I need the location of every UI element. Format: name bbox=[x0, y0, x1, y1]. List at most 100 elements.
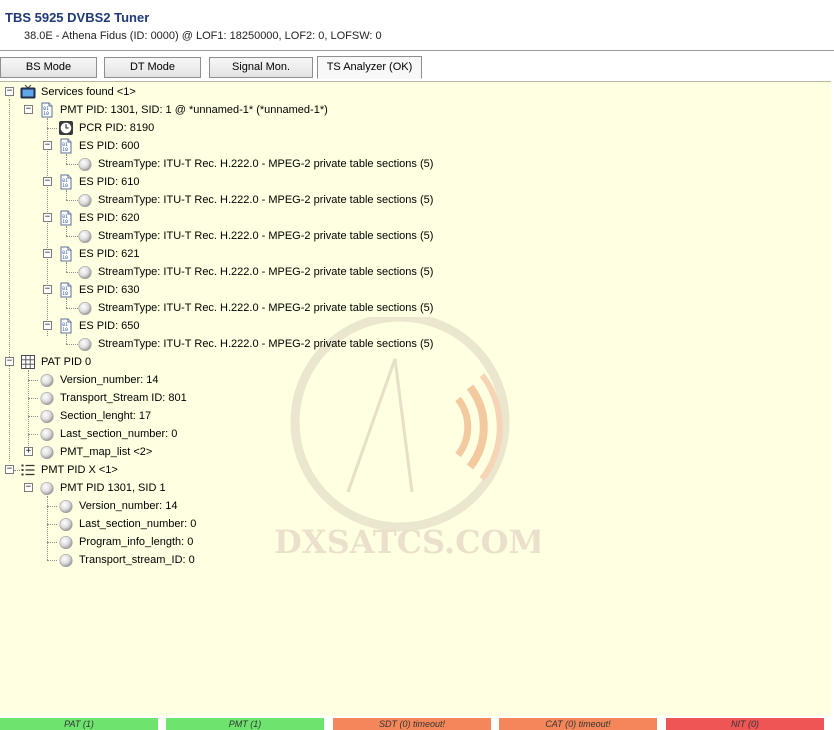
binary-file-icon bbox=[58, 318, 74, 334]
tree-node-es[interactable]: − ES PID: 621 bbox=[0, 245, 400, 263]
expand-icon[interactable]: + bbox=[24, 447, 33, 456]
ball-icon bbox=[77, 156, 93, 172]
status-pat: PAT (1) bbox=[0, 718, 158, 730]
collapse-icon[interactable]: − bbox=[24, 105, 33, 114]
node-label: StreamType: ITU-T Rec. H.222.0 - MPEG-2 … bbox=[98, 266, 434, 278]
ball-icon bbox=[58, 516, 74, 532]
ball-icon bbox=[58, 534, 74, 550]
collapse-icon[interactable]: − bbox=[43, 285, 52, 294]
status-cat: CAT (0) timeout! bbox=[499, 718, 657, 730]
tree-node-item[interactable]: Section_lenght: 17 bbox=[0, 407, 400, 425]
mode-tabs: BS Mode DT Mode Signal Mon. TS Analyzer … bbox=[0, 51, 834, 81]
ball-icon bbox=[77, 264, 93, 280]
node-label: PMT PID 1301, SID 1 bbox=[60, 482, 166, 494]
tree-node-streamtype[interactable]: StreamType: ITU-T Rec. H.222.0 - MPEG-2 … bbox=[0, 299, 500, 317]
tree-node-es[interactable]: − ES PID: 620 bbox=[0, 209, 400, 227]
binary-file-icon bbox=[58, 282, 74, 298]
tab-bs-mode[interactable]: BS Mode bbox=[0, 57, 97, 78]
node-label: PMT PID: 1301, SID: 1 @ *unnamed-1* (*un… bbox=[60, 104, 328, 116]
tree-node-item[interactable]: Last_section_number: 0 bbox=[0, 515, 400, 533]
tree-node-es[interactable]: − ES PID: 630 bbox=[0, 281, 400, 299]
tree-node-item[interactable]: Transport_stream_ID: 0 bbox=[0, 551, 400, 569]
ts-analyzer-tree[interactable]: DXSATCS.COM − Services found <1> − PMT P… bbox=[0, 81, 831, 717]
window-title: TBS 5925 DVBS2 Tuner bbox=[5, 10, 150, 25]
collapse-icon[interactable]: − bbox=[5, 465, 14, 474]
ball-icon bbox=[39, 408, 55, 424]
tree-node-streamtype[interactable]: StreamType: ITU-T Rec. H.222.0 - MPEG-2 … bbox=[0, 335, 500, 353]
tab-ts-analyzer[interactable]: TS Analyzer (OK) bbox=[317, 56, 422, 79]
node-label: StreamType: ITU-T Rec. H.222.0 - MPEG-2 … bbox=[98, 194, 434, 206]
node-label: Program_info_length: 0 bbox=[79, 536, 194, 548]
tab-signal-mon[interactable]: Signal Mon. bbox=[209, 57, 313, 78]
tree-node-item[interactable]: Version_number: 14 bbox=[0, 497, 400, 515]
binary-file-icon bbox=[39, 102, 55, 118]
tree-node-es[interactable]: − ES PID: 600 bbox=[0, 137, 400, 155]
tree-node-streamtype[interactable]: StreamType: ITU-T Rec. H.222.0 - MPEG-2 … bbox=[0, 263, 500, 281]
tuner-info: 38.0E - Athena Fidus (ID: 0000) @ LOF1: … bbox=[24, 30, 382, 42]
clock-icon bbox=[58, 120, 74, 136]
node-label: ES PID: 610 bbox=[79, 176, 140, 188]
node-label: Last_section_number: 0 bbox=[79, 518, 197, 530]
collapse-icon[interactable]: − bbox=[43, 321, 52, 330]
tree-node-item[interactable]: Program_info_length: 0 bbox=[0, 533, 400, 551]
node-label: ES PID: 621 bbox=[79, 248, 140, 260]
title-header: TBS 5925 DVBS2 Tuner 38.0E - Athena Fidu… bbox=[0, 0, 834, 50]
collapse-icon[interactable]: − bbox=[5, 357, 14, 366]
status-sdt: SDT (0) timeout! bbox=[333, 718, 491, 730]
tree-node-pat[interactable]: − PAT PID 0 bbox=[0, 353, 400, 371]
ball-icon bbox=[39, 480, 55, 496]
ball-icon bbox=[39, 426, 55, 442]
node-label: ES PID: 620 bbox=[79, 212, 140, 224]
binary-file-icon bbox=[58, 246, 74, 262]
tree-node-pmt-map[interactable]: + PMT_map_list <2> bbox=[0, 443, 400, 461]
tree-node-es[interactable]: − ES PID: 650 bbox=[0, 317, 400, 335]
node-label: PAT PID 0 bbox=[41, 356, 92, 368]
tree-node-pmt-x[interactable]: − PMT PID X <1> bbox=[0, 461, 400, 479]
status-pmt: PMT (1) bbox=[166, 718, 324, 730]
tab-dt-mode[interactable]: DT Mode bbox=[104, 57, 201, 78]
collapse-icon[interactable]: − bbox=[5, 87, 14, 96]
tree-node-services[interactable]: − Services found <1> bbox=[0, 83, 400, 101]
node-label: ES PID: 630 bbox=[79, 284, 140, 296]
node-label: Version_number: 14 bbox=[79, 500, 178, 512]
ball-icon bbox=[39, 390, 55, 406]
tv-icon bbox=[20, 84, 36, 100]
tree-node-es[interactable]: − ES PID: 610 bbox=[0, 173, 400, 191]
ball-icon bbox=[77, 228, 93, 244]
tree-node-pmt-sid[interactable]: − PMT PID 1301, SID 1 bbox=[0, 479, 400, 497]
node-label: Version_number: 14 bbox=[60, 374, 159, 386]
ball-icon bbox=[58, 552, 74, 568]
node-label: PMT_map_list <2> bbox=[60, 446, 153, 458]
node-label: ES PID: 650 bbox=[79, 320, 140, 332]
binary-file-icon bbox=[58, 210, 74, 226]
tree-node-pcr[interactable]: PCR PID: 8190 bbox=[0, 119, 400, 137]
tree-node-pmt[interactable]: − PMT PID: 1301, SID: 1 @ *unnamed-1* (*… bbox=[0, 101, 500, 119]
node-label: Services found <1> bbox=[41, 86, 136, 98]
collapse-icon[interactable]: − bbox=[43, 249, 52, 258]
table-status-bar: PAT (1) PMT (1) SDT (0) timeout! CAT (0)… bbox=[0, 716, 834, 730]
node-label: Transport_stream_ID: 0 bbox=[79, 554, 195, 566]
grid-icon bbox=[20, 354, 36, 370]
tree-node-item[interactable]: Last_section_number: 0 bbox=[0, 425, 400, 443]
node-label: PCR PID: 8190 bbox=[79, 122, 155, 134]
ball-icon bbox=[77, 192, 93, 208]
tree-node-item[interactable]: Transport_Stream ID: 801 bbox=[0, 389, 400, 407]
tree-node-item[interactable]: Version_number: 14 bbox=[0, 371, 400, 389]
node-label: Section_lenght: 17 bbox=[60, 410, 152, 422]
node-label: Last_section_number: 0 bbox=[60, 428, 178, 440]
node-label: StreamType: ITU-T Rec. H.222.0 - MPEG-2 … bbox=[98, 302, 434, 314]
tree-node-streamtype[interactable]: StreamType: ITU-T Rec. H.222.0 - MPEG-2 … bbox=[0, 191, 500, 209]
node-label: StreamType: ITU-T Rec. H.222.0 - MPEG-2 … bbox=[98, 338, 434, 350]
list-icon bbox=[20, 462, 36, 478]
collapse-icon[interactable]: − bbox=[24, 483, 33, 492]
collapse-icon[interactable]: − bbox=[43, 177, 52, 186]
ball-icon bbox=[77, 300, 93, 316]
ball-icon bbox=[39, 444, 55, 460]
tree-node-streamtype[interactable]: StreamType: ITU-T Rec. H.222.0 - MPEG-2 … bbox=[0, 155, 500, 173]
node-label: PMT PID X <1> bbox=[41, 464, 118, 476]
collapse-icon[interactable]: − bbox=[43, 141, 52, 150]
tree-node-streamtype[interactable]: StreamType: ITU-T Rec. H.222.0 - MPEG-2 … bbox=[0, 227, 500, 245]
binary-file-icon bbox=[58, 174, 74, 190]
ball-icon bbox=[39, 372, 55, 388]
collapse-icon[interactable]: − bbox=[43, 213, 52, 222]
